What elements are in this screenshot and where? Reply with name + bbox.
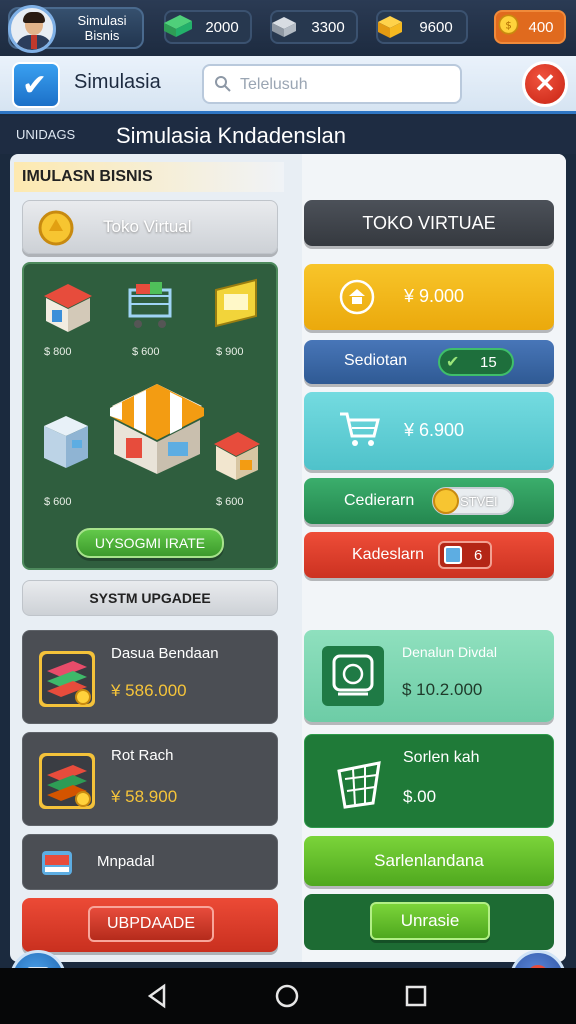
crate-icon: [378, 16, 402, 38]
blue-card-label: Sediotan: [344, 352, 408, 369]
price-label: $ 800: [44, 346, 72, 358]
green-stat-card[interactable]: Cedierarn STVEI: [304, 478, 554, 524]
resource-buildings-value: 3300: [311, 19, 345, 36]
action-bar: Unrasie: [304, 894, 554, 950]
back-icon[interactable]: [144, 982, 172, 1010]
run-button[interactable]: Unrasie: [370, 902, 490, 940]
market-stall-icon: [214, 432, 260, 480]
simulation-label: IMULASN BISNIS: [14, 162, 284, 192]
upgrade-button[interactable]: UBPDAADE: [88, 906, 214, 942]
resource-buildings[interactable]: 3300: [270, 10, 358, 44]
yellow-price-card[interactable]: ¥ 9.000: [304, 264, 554, 330]
gold-coin-icon: [433, 488, 459, 514]
profile-badge[interactable]: Simulasi Bisnis: [8, 5, 144, 53]
toko-virtual-button[interactable]: Toko Virtual: [22, 200, 278, 254]
store-building-icon: [110, 384, 204, 474]
cash-stack-icon: [164, 15, 192, 37]
lime-action-button[interactable]: Sarlenlandana: [304, 836, 554, 886]
price-label: $ 600: [44, 496, 72, 508]
upgrade-card[interactable]: Mnpadal: [22, 834, 278, 890]
price-label: $ 600: [132, 346, 160, 358]
yellow-card-price: ¥ 9.000: [404, 286, 465, 306]
upgrade-name: Dasua Bendaan: [111, 645, 219, 662]
checkmark-icon: ✔: [22, 69, 48, 102]
recents-icon[interactable]: [402, 982, 430, 1010]
app-header: ✔ Simulasia ✕: [0, 56, 576, 114]
red-stat-card[interactable]: Kadeslarn 6: [304, 532, 554, 578]
jar-icon: [444, 546, 462, 564]
toko-virtual-title: TOKO VIRTUAE: [304, 200, 554, 246]
resource-bar: Simulasi Bisnis 2000 3300 9600 $ 400: [0, 0, 576, 56]
profile-name: Simulasi Bisnis: [77, 13, 127, 43]
upgrade-name: Mnpadal: [97, 853, 155, 870]
shop-icon: [44, 284, 92, 332]
search-box[interactable]: [202, 64, 462, 104]
blue-stat-card[interactable]: Sediotan ✔ 15: [304, 340, 554, 384]
mint-income-card[interactable]: Denalun Divdal $ 10.2.000: [304, 630, 554, 722]
office-icon: [44, 416, 88, 468]
dark-card-title: Sorlen kah: [403, 749, 480, 766]
cyan-card-price: ¥ 6.900: [404, 420, 465, 440]
gold-coin-icon: $: [498, 14, 519, 35]
close-button[interactable]: ✕: [522, 61, 568, 107]
cyan-price-card[interactable]: ¥ 6.900: [304, 392, 554, 470]
svg-text:$: $: [505, 21, 511, 32]
price-label: $ 900: [216, 346, 244, 358]
section-title: Simulasia Kndadenslan: [116, 123, 346, 148]
badge-value: STVEI: [460, 494, 498, 509]
canned-goods-icon: [42, 851, 72, 875]
red-card-label: Kadeslarn: [352, 546, 425, 563]
home-icon[interactable]: [273, 982, 301, 1010]
system-nav-bar: [0, 968, 576, 1024]
search-icon: [215, 76, 231, 92]
resource-cash[interactable]: 2000: [164, 10, 252, 44]
toko-virtual-label: Toko Virtual: [103, 217, 192, 236]
mint-card-price: $ 10.2.000: [402, 680, 483, 699]
books-icon: [39, 753, 95, 809]
resource-crates-value: 9600: [419, 19, 453, 36]
section-tag: UNIDAGS: [16, 127, 76, 142]
badge-value: 15: [480, 354, 497, 371]
cash-register-icon: [322, 646, 384, 706]
search-input[interactable]: [240, 72, 450, 98]
books-icon: [39, 651, 95, 707]
upgrade-price: ¥ 58.900: [111, 787, 178, 806]
resource-cash-value: 2000: [205, 19, 239, 36]
bank-icon: [339, 279, 375, 315]
green-card-label: Cedierarn: [344, 492, 415, 509]
avatar[interactable]: [8, 5, 56, 53]
store-showcase: $ 800 $ 600 $ 900 $ 600 $ 600 UYSOGMI IR…: [22, 262, 278, 570]
resource-gold[interactable]: $ 400: [494, 10, 566, 44]
green-card-badge: STVEI: [432, 487, 514, 515]
gold-coin-icon: [38, 210, 74, 246]
red-card-badge: 6: [438, 541, 492, 569]
upgrade-price: ¥ 586.000: [111, 681, 187, 700]
dark-income-card[interactable]: Sorlen kah $.00: [304, 734, 554, 828]
checkmark-icon: ✔: [446, 354, 460, 371]
building-icon: [272, 17, 296, 37]
section-strip: UNIDAGS Simulasia Kndadenslan: [0, 116, 576, 154]
confirm-button[interactable]: ✔: [12, 62, 60, 108]
close-icon: ✕: [534, 68, 556, 98]
upgrade-card[interactable]: Dasua Bendaan ¥ 586.000: [22, 630, 278, 724]
upgrade-name: Rot Rach: [111, 747, 174, 764]
cart-icon: [340, 412, 380, 446]
cart-icon: [128, 282, 172, 328]
basket-icon: [337, 761, 381, 809]
system-upgrades-label: SYSTM UPGADEE: [22, 580, 278, 616]
badge-value: 6: [474, 547, 483, 564]
dark-card-price: $.00: [403, 787, 437, 806]
price-label: $ 600: [216, 496, 244, 508]
resource-crates[interactable]: 9600: [376, 10, 468, 44]
mint-card-title: Denalun Divdal: [402, 644, 497, 660]
app-title: Simulasia: [74, 71, 161, 93]
upgrade-bar: UBPDAADE: [22, 898, 278, 952]
upgrade-card[interactable]: Rot Rach ¥ 58.900: [22, 732, 278, 826]
main-panel: IMULASN BISNIS Toko Virtual $ 800 $ 600 …: [10, 154, 566, 962]
blue-card-badge: ✔ 15: [438, 348, 514, 376]
store-action-button[interactable]: UYSOGMI IRATE: [76, 528, 224, 558]
resource-gold-value: 400: [528, 19, 554, 36]
billboard-icon: [215, 278, 257, 328]
